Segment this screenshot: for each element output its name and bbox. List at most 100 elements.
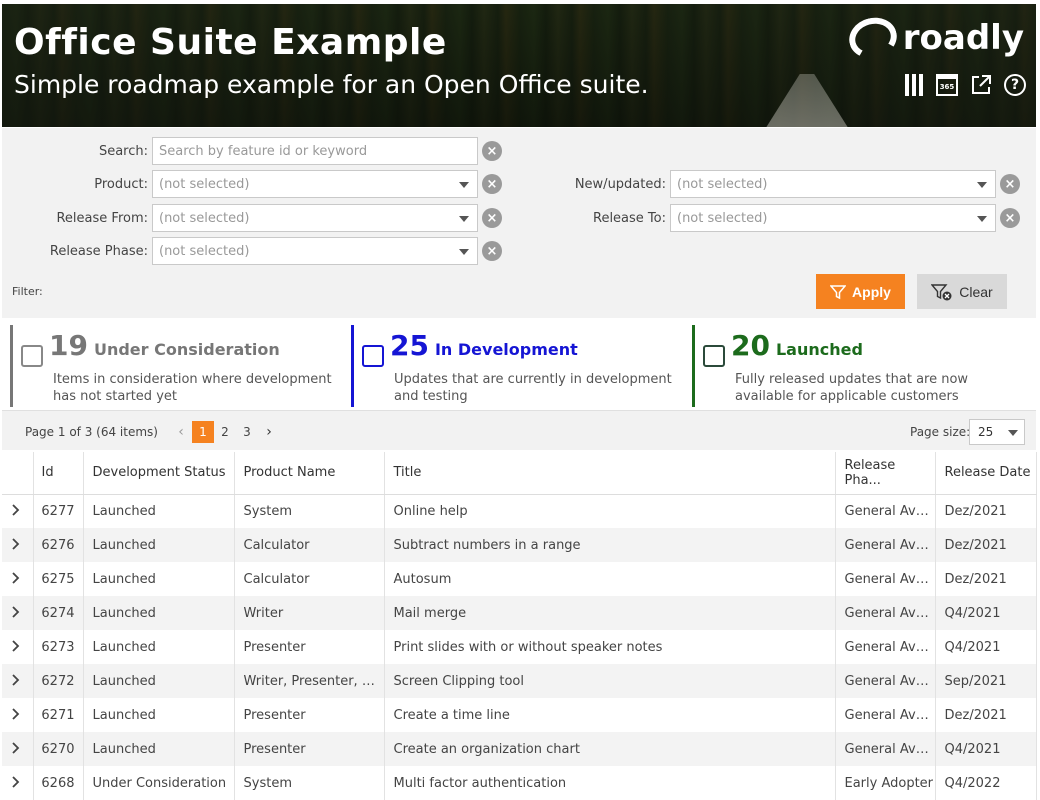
cell-title: Mail merge (384, 596, 836, 630)
cell-product: Writer, Presenter, Cal... (234, 664, 385, 698)
expand-row-icon[interactable] (2, 494, 34, 528)
cell-product: Presenter (234, 630, 385, 664)
cell-date: Dez/2021 (935, 494, 1037, 528)
brand-logo: roadly (844, 12, 1024, 64)
table-header-row: Id Development Status Product Name Title… (2, 452, 1037, 495)
expand-row-icon[interactable] (2, 528, 34, 562)
column-header-id[interactable]: Id (33, 452, 84, 495)
clear-search-icon[interactable]: × (482, 141, 502, 161)
chevron-down-icon (1008, 430, 1018, 436)
clear-release-phase-icon[interactable]: × (482, 241, 502, 261)
chevron-down-icon (459, 182, 469, 188)
cell-product: Writer (234, 596, 385, 630)
clear-release-to-icon[interactable]: × (1000, 208, 1020, 228)
cell-id: 6274 (33, 596, 84, 630)
calendar-365-icon[interactable]: 365 (936, 74, 958, 96)
cell-phase: General Avai... (835, 630, 936, 664)
column-header-date[interactable]: Release Date (935, 452, 1037, 495)
expand-row-icon[interactable] (2, 596, 34, 630)
page-button-1[interactable]: 1 (192, 421, 214, 443)
table-row[interactable]: 6272 Launched Writer, Presenter, Cal... Scr… (2, 664, 1037, 698)
release-to-select[interactable]: (not selected) (670, 204, 996, 232)
cell-status: Launched (83, 562, 235, 596)
clear-button[interactable]: Clear (917, 274, 1007, 309)
page-size-select[interactable]: 25 (969, 419, 1025, 445)
cell-title: Subtract numbers in a range (384, 528, 836, 562)
new-updated-label: New/updated: (574, 176, 666, 192)
card-in-development[interactable]: 25 In Development Updates that are curre… (351, 325, 681, 407)
checkbox-icon[interactable] (362, 345, 384, 367)
expand-row-icon[interactable] (2, 630, 34, 664)
expand-column-header (2, 452, 34, 495)
table-body: 6277 Launched System Online help General Ava… (2, 494, 1037, 800)
column-header-phase[interactable]: Release Pha... (835, 452, 936, 495)
cell-date: Sep/2021 (935, 664, 1037, 698)
chevron-right-icon[interactable]: › (258, 421, 280, 443)
pager-info: Page 1 of 3 (64 items) (25, 425, 158, 439)
table-row[interactable]: 6275 Launched Calculator Autosum General Ava… (2, 562, 1037, 596)
chevron-left-icon[interactable]: ‹ (170, 421, 192, 443)
cell-date: Q4/2021 (935, 630, 1037, 664)
external-link-icon[interactable] (970, 74, 992, 96)
cell-title: Print slides with or without speaker not… (384, 630, 836, 664)
clear-new-updated-icon[interactable]: × (1000, 174, 1020, 194)
table-row[interactable]: 6276 Launched Calculator Subtract numbers i… (2, 528, 1037, 562)
cell-id: 6270 (33, 732, 84, 766)
expand-row-icon[interactable] (2, 732, 34, 766)
clear-product-icon[interactable]: × (482, 174, 502, 194)
table-row[interactable]: 6274 Launched Writer Mail merge General Avai… (2, 596, 1037, 630)
card-under-consideration[interactable]: 19 Under Consideration Items in consider… (10, 325, 340, 407)
apply-button[interactable]: Apply (816, 274, 905, 309)
apply-label: Apply (852, 283, 891, 300)
release-to-value: (not selected) (677, 210, 768, 226)
card-launched[interactable]: 20 Launched Fully released updates that … (692, 325, 1022, 407)
new-updated-row: New/updated: (not selected) × (520, 170, 1020, 198)
column-header-status[interactable]: Development Status (83, 452, 235, 495)
expand-row-icon[interactable] (2, 664, 34, 698)
cell-phase: General Avai... (835, 562, 936, 596)
release-from-select[interactable]: (not selected) (152, 204, 478, 232)
column-header-product[interactable]: Product Name (234, 452, 385, 495)
checkbox-icon[interactable] (703, 345, 725, 367)
table-row[interactable]: 6277 Launched System Online help General Ava… (2, 494, 1037, 528)
table-row[interactable]: 6273 Launched Presenter Print slides with o… (2, 630, 1037, 664)
product-value: (not selected) (159, 176, 250, 192)
new-updated-value: (not selected) (677, 176, 768, 192)
cell-title: Screen Clipping tool (384, 664, 836, 698)
table-row[interactable]: 6268 Under Consideration System Multi facto… (2, 766, 1037, 800)
product-select[interactable]: (not selected) (152, 170, 478, 198)
cell-id: 6272 (33, 664, 84, 698)
cell-id: 6275 (33, 562, 84, 596)
cell-date: Dez/2021 (935, 698, 1037, 732)
help-icon[interactable]: ? (1004, 74, 1026, 96)
page-button-2[interactable]: 2 (214, 421, 236, 443)
release-from-value: (not selected) (159, 210, 250, 226)
expand-row-icon[interactable] (2, 766, 34, 800)
cell-id: 6273 (33, 630, 84, 664)
search-label: Search: (98, 143, 148, 159)
table-row[interactable]: 6270 Launched Presenter Create an organizat… (2, 732, 1037, 766)
cell-title: Create an organization chart (384, 732, 836, 766)
cell-title: Create a time line (384, 698, 836, 732)
new-updated-select[interactable]: (not selected) (670, 170, 996, 198)
column-header-title[interactable]: Title (384, 452, 836, 495)
cell-phase: General Avai... (835, 494, 936, 528)
table-row[interactable]: 6271 Launched Presenter Create a time line G… (2, 698, 1037, 732)
cell-phase: General Avai... (835, 732, 936, 766)
page-button-3[interactable]: 3 (236, 421, 258, 443)
checkbox-icon[interactable] (21, 345, 43, 367)
release-phase-select[interactable]: (not selected) (152, 237, 478, 265)
search-placeholder: Search by feature id or keyword (159, 143, 368, 159)
expand-row-icon[interactable] (2, 562, 34, 596)
clear-release-from-icon[interactable]: × (482, 208, 502, 228)
cell-status: Launched (83, 664, 235, 698)
search-input[interactable]: Search by feature id or keyword (152, 137, 478, 165)
columns-icon[interactable] (904, 74, 924, 96)
product-row: Product: (not selected) × (2, 170, 502, 198)
card-count: 25 (390, 329, 429, 362)
card-label: Under Consideration (93, 340, 280, 359)
pager-nav: ‹ 1 2 3 › (170, 421, 280, 443)
status-cards: 19 Under Consideration Items in consider… (10, 325, 1036, 407)
expand-row-icon[interactable] (2, 698, 34, 732)
cell-status: Launched (83, 698, 235, 732)
